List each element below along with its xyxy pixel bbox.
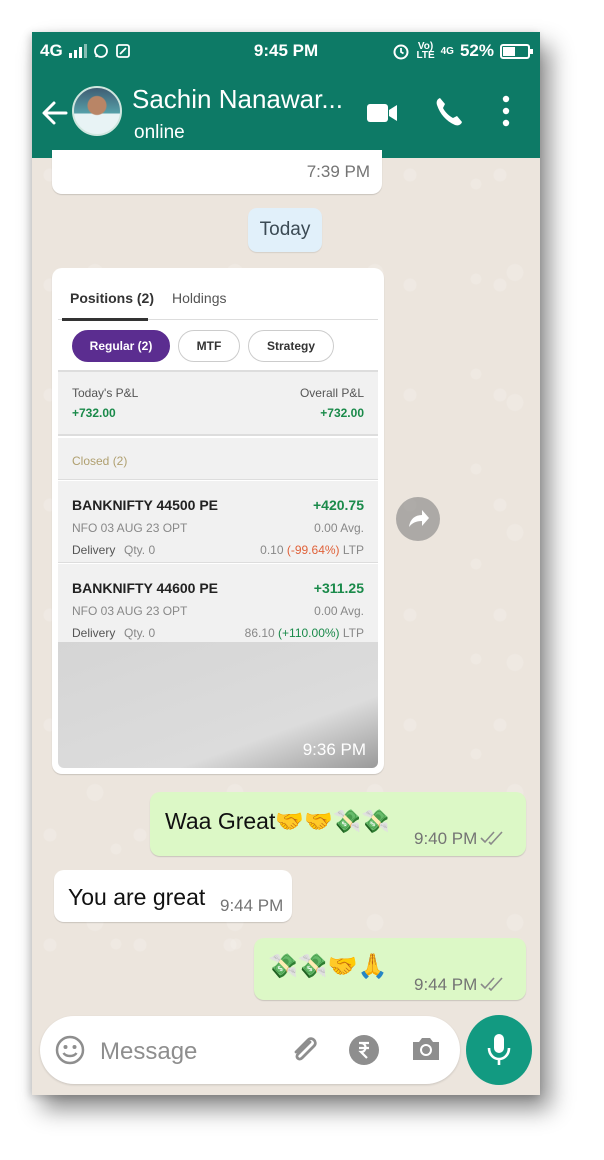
- camera-icon[interactable]: [410, 1034, 442, 1064]
- voice-record-button[interactable]: [466, 1015, 532, 1085]
- position-product: Delivery: [72, 626, 116, 640]
- filter-mtf: MTF: [178, 330, 240, 362]
- image-message-time: 9:36 PM: [302, 740, 366, 759]
- message-input-bar: Message: [40, 1016, 460, 1084]
- closed-label: Closed (2): [72, 454, 128, 468]
- message-time: 7:39 PM: [306, 162, 370, 181]
- closed-section-header: Closed (2): [58, 438, 378, 480]
- shared-screenshot[interactable]: Positions (2) Holdings Regular (2) MTF S…: [58, 274, 378, 768]
- ltp-change: (-99.64%): [286, 543, 340, 557]
- attach-icon[interactable]: [290, 1034, 320, 1066]
- battery-icon: [500, 43, 533, 59]
- image-message-bubble[interactable]: Positions (2) Holdings Regular (2) MTF S…: [52, 268, 384, 774]
- message-time: 9:44 PM: [220, 896, 284, 915]
- forward-button[interactable]: [396, 497, 440, 541]
- ltp-label: LTP: [342, 626, 364, 640]
- network-type-right-label: 4G: [440, 45, 454, 57]
- ltp-label: LTP: [342, 543, 364, 557]
- pnl-summary: Today's P&L +732.00 Overall P&L +732.00: [58, 370, 378, 436]
- incoming-message-bubble[interactable]: You are great 9:44 PM: [54, 870, 292, 922]
- video-call-icon[interactable]: [366, 100, 398, 126]
- filter-strategy: Strategy: [248, 330, 334, 362]
- ltp-price: 0.10: [260, 543, 284, 557]
- previous-message-bubble[interactable]: 7:39 PM: [52, 150, 382, 194]
- positions-tabs: Positions (2) Holdings: [58, 274, 378, 321]
- ltp-price: 86.10: [244, 626, 275, 640]
- battery-fill: [503, 46, 516, 56]
- contact-avatar[interactable]: [72, 86, 122, 136]
- battery-percent: 52%: [459, 41, 494, 60]
- status-right: Vo) LTE 4G 52%: [392, 41, 533, 61]
- position-qty: Qty. 0: [124, 543, 156, 557]
- position-avg: 0.00 Avg.: [314, 604, 364, 618]
- back-arrow-icon[interactable]: [40, 96, 70, 130]
- position-ltp: 86.10 (+110.00%) LTP: [245, 626, 364, 640]
- filter-regular: Regular (2): [72, 330, 170, 362]
- message-time: 9:40 PM: [414, 829, 478, 848]
- todays-pnl-label: Today's P&L: [72, 386, 139, 400]
- message-text: You are great: [68, 884, 206, 910]
- alarm-icon: [393, 44, 409, 60]
- contact-status: online: [134, 122, 185, 143]
- message-text: 💸💸🤝🙏: [268, 953, 388, 980]
- emoji-icon[interactable]: [54, 1034, 86, 1066]
- message-text: Waa Great🤝🤝💸💸: [165, 808, 390, 834]
- position-expiry: NFO 03 AUG 23 OPT: [72, 604, 188, 618]
- microphone-icon: [487, 1034, 511, 1065]
- position-pnl: +420.75: [313, 497, 364, 513]
- status-bar: 4G 9:45 PM Vo) LTE 4G 52%: [32, 32, 540, 70]
- position-symbol: BANKNIFTY 44500 PE: [72, 497, 219, 513]
- active-tab-underline: [62, 318, 148, 321]
- position-row: BANKNIFTY 44500 PE +420.75 NFO 03 AUG 23…: [58, 481, 378, 563]
- message-time: 9:44 PM: [414, 975, 478, 994]
- overall-pnl-value: +732.00: [320, 406, 364, 420]
- read-receipt-icon: [480, 831, 503, 846]
- tab-positions: Positions (2): [70, 290, 155, 306]
- position-avg: 0.00 Avg.: [314, 521, 364, 535]
- message-input[interactable]: Message: [100, 1038, 197, 1066]
- outgoing-message-bubble[interactable]: 💸💸🤝🙏 9:44 PM: [254, 938, 526, 1000]
- volte-indicator: Vo) LTE: [416, 42, 435, 61]
- chat-header: Sachin Nanawar... online: [32, 70, 540, 158]
- phone-screen: 4G 9:45 PM Vo) LTE 4G 52% Sachin Nanawar.…: [32, 32, 540, 1095]
- payment-rupee-icon[interactable]: [348, 1034, 380, 1066]
- position-product: Delivery: [72, 543, 116, 557]
- contact-name[interactable]: Sachin Nanawar...: [132, 84, 342, 115]
- position-symbol: BANKNIFTY 44600 PE: [72, 580, 219, 596]
- position-pnl: +311.25: [313, 580, 364, 596]
- tab-holdings: Holdings: [172, 290, 227, 306]
- forward-arrow-icon: [409, 510, 429, 527]
- position-row: BANKNIFTY 44600 PE +311.25 NFO 03 AUG 23…: [58, 564, 378, 642]
- more-options-icon[interactable]: [501, 94, 511, 128]
- position-ltp: 0.10 (-99.64%) LTP: [260, 543, 364, 557]
- voice-call-icon[interactable]: [434, 96, 464, 128]
- overall-pnl-label: Overall P&L: [299, 386, 364, 400]
- position-qty: Qty. 0: [124, 626, 156, 640]
- date-divider: Today: [248, 208, 322, 252]
- position-expiry: NFO 03 AUG 23 OPT: [72, 521, 188, 535]
- volte-bottom-label: LTE: [416, 50, 435, 61]
- outgoing-message-bubble[interactable]: Waa Great🤝🤝💸💸 9:40 PM: [150, 792, 526, 856]
- read-receipt-icon: [480, 977, 503, 992]
- todays-pnl-value: +732.00: [72, 406, 116, 420]
- ltp-change: (+110.00%): [278, 626, 340, 640]
